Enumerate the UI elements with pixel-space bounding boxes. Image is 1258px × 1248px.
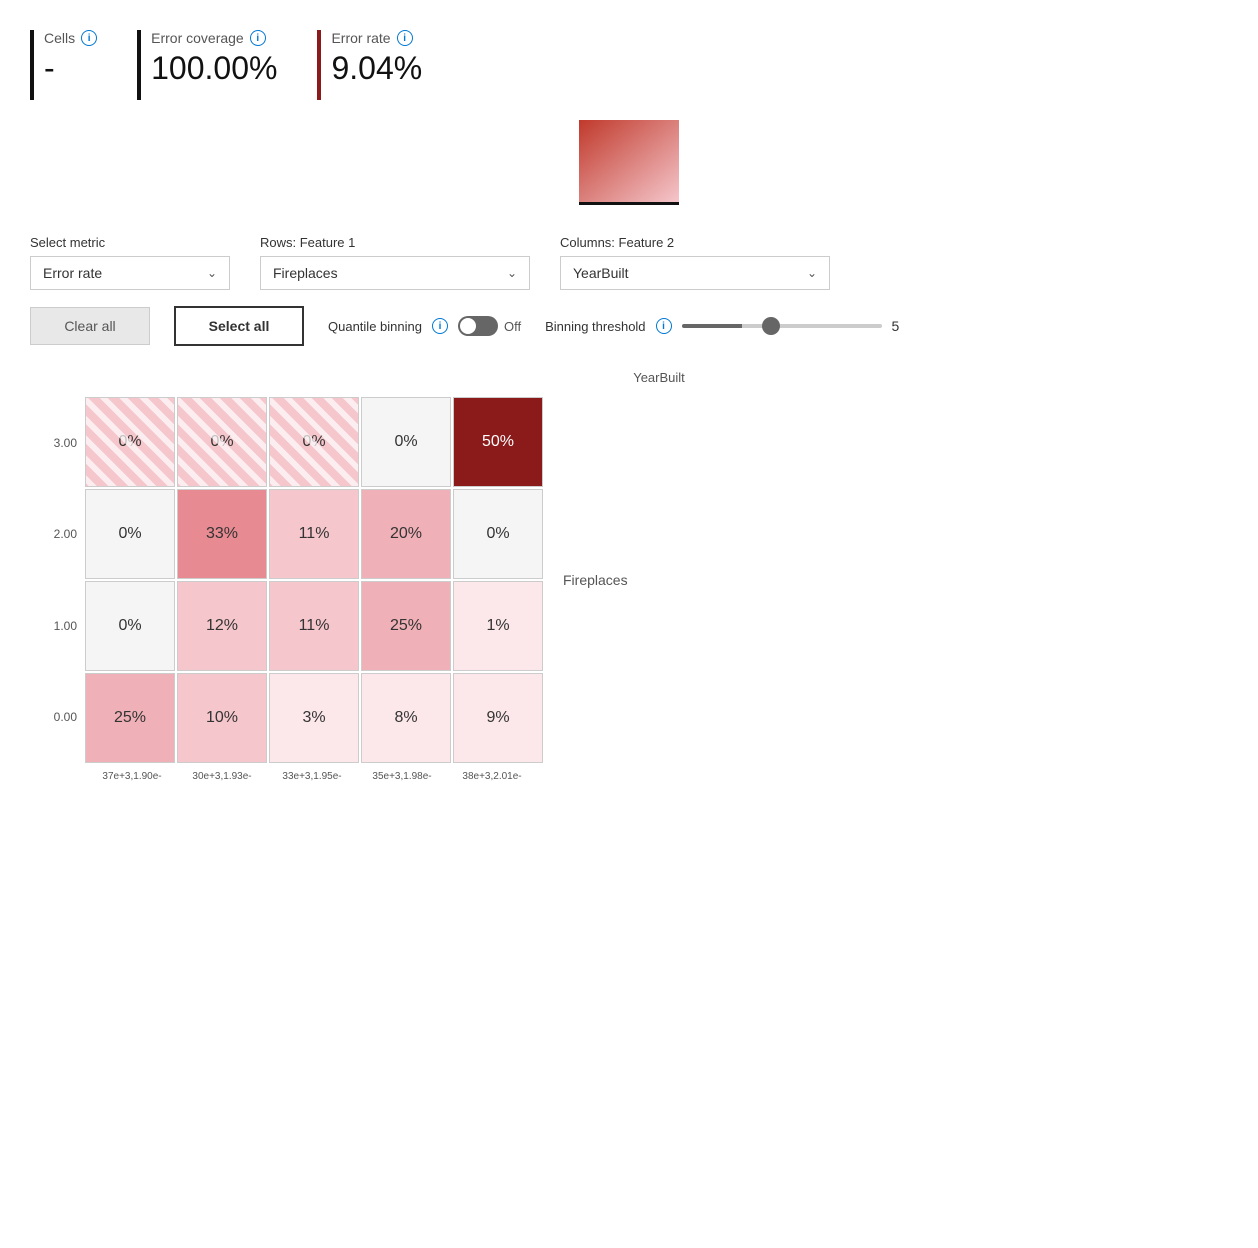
table-row[interactable]: 8%	[361, 673, 451, 763]
error-coverage-info-icon[interactable]: i	[250, 30, 266, 46]
table-row[interactable]: 0%	[85, 489, 175, 579]
cells-info-icon[interactable]: i	[81, 30, 97, 46]
binning-value: 5	[892, 318, 900, 334]
binning-label: Binning threshold	[545, 319, 645, 334]
table-row[interactable]: 0%	[85, 581, 175, 671]
controls-section: Select metric Error rate ⌄ Rows: Feature…	[30, 235, 1228, 346]
error-rate-label-text: Error rate	[331, 30, 390, 46]
table-row[interactable]: 12%	[177, 581, 267, 671]
quantile-label: Quantile binning	[328, 319, 422, 334]
cells-label: Cells i	[44, 30, 97, 46]
table-row[interactable]: 20%	[361, 489, 451, 579]
error-rate-value: 9.04%	[331, 50, 422, 87]
matrix-body: 3.00 2.00 1.00 0.00 0% 0% 0% 0% 50% 0% 3…	[30, 397, 1228, 763]
quantile-info-icon[interactable]: i	[432, 318, 448, 334]
select-metric-group: Select metric Error rate ⌄	[30, 235, 230, 290]
color-legend	[579, 120, 679, 205]
rows-feature-value: Fireplaces	[273, 265, 338, 281]
y-label-3: 3.00	[30, 398, 77, 488]
table-row[interactable]: 50%	[453, 397, 543, 487]
controls-row2: Clear all Select all Quantile binning i …	[30, 306, 1228, 346]
rows-feature-chevron-icon: ⌄	[507, 266, 517, 280]
toggle-thumb	[460, 318, 476, 334]
color-legend-container	[30, 120, 1228, 205]
matrix-row-header: Fireplaces	[543, 397, 628, 763]
x-label-1: 30e+3,1.93e-	[177, 769, 267, 784]
matrix-grid: 0% 0% 0% 0% 50% 0% 33% 11% 20% 0% 0% 12%…	[85, 397, 543, 763]
columns-feature-label: Columns: Feature 2	[560, 235, 830, 250]
controls-row1: Select metric Error rate ⌄ Rows: Feature…	[30, 235, 1228, 290]
rows-feature-label: Rows: Feature 1	[260, 235, 530, 250]
table-row[interactable]: 10%	[177, 673, 267, 763]
x-label-0: 37e+3,1.90e-	[87, 769, 177, 784]
error-coverage-label-text: Error coverage	[151, 30, 244, 46]
rows-feature-dropdown[interactable]: Fireplaces ⌄	[260, 256, 530, 290]
error-coverage-metric: Error coverage i 100.00%	[137, 30, 277, 100]
quantile-toggle-container: Off	[458, 316, 521, 336]
matrix-col-header: YearBuilt	[90, 370, 1228, 385]
table-row[interactable]: 9%	[453, 673, 543, 763]
clear-all-button[interactable]: Clear all	[30, 307, 150, 345]
x-label-2: 33e+3,1.95e-	[267, 769, 357, 784]
table-row[interactable]: 33%	[177, 489, 267, 579]
error-rate-info-icon[interactable]: i	[397, 30, 413, 46]
error-rate-label: Error rate i	[331, 30, 422, 46]
cells-value: -	[44, 50, 97, 87]
matrix-y-axis: 3.00 2.00 1.00 0.00	[30, 397, 85, 763]
table-row[interactable]: 3%	[269, 673, 359, 763]
y-label-2: 2.00	[30, 489, 77, 579]
cells-label-text: Cells	[44, 30, 75, 46]
cells-bar	[30, 30, 34, 100]
binning-threshold-group: Binning threshold i 5	[545, 318, 899, 334]
quantile-toggle[interactable]	[458, 316, 498, 336]
columns-feature-value: YearBuilt	[573, 265, 629, 281]
quantile-binning-group: Quantile binning i Off	[328, 316, 521, 336]
columns-feature-group: Columns: Feature 2 YearBuilt ⌄	[560, 235, 830, 290]
x-label-3: 35e+3,1.98e-	[357, 769, 447, 784]
rows-feature-group: Rows: Feature 1 Fireplaces ⌄	[260, 235, 530, 290]
y-label-0: 0.00	[30, 672, 77, 762]
table-row[interactable]: 25%	[361, 581, 451, 671]
y-label-1: 1.00	[30, 581, 77, 671]
select-metric-chevron-icon: ⌄	[207, 266, 217, 280]
table-row[interactable]: 0%	[361, 397, 451, 487]
error-rate-metric: Error rate i 9.04%	[317, 30, 422, 100]
select-metric-value: Error rate	[43, 265, 102, 281]
error-coverage-bar	[137, 30, 141, 100]
table-row[interactable]: 25%	[85, 673, 175, 763]
select-metric-dropdown[interactable]: Error rate ⌄	[30, 256, 230, 290]
error-rate-bar	[317, 30, 321, 100]
select-all-button[interactable]: Select all	[174, 306, 304, 346]
table-row[interactable]: 0%	[453, 489, 543, 579]
columns-feature-chevron-icon: ⌄	[807, 266, 817, 280]
table-row[interactable]: 0%	[269, 397, 359, 487]
matrix-x-axis: 37e+3,1.90e- 30e+3,1.93e- 33e+3,1.95e- 3…	[87, 769, 1228, 784]
table-row[interactable]: 0%	[177, 397, 267, 487]
quantile-off-label: Off	[504, 319, 521, 334]
select-metric-label: Select metric	[30, 235, 230, 250]
cells-metric: Cells i -	[30, 30, 97, 100]
table-row[interactable]: 11%	[269, 489, 359, 579]
table-row[interactable]: 1%	[453, 581, 543, 671]
metrics-row: Cells i - Error coverage i 100.00% Error…	[30, 20, 1228, 100]
matrix-section: YearBuilt 3.00 2.00 1.00 0.00 0% 0% 0% 0…	[30, 370, 1228, 784]
binning-slider[interactable]	[682, 324, 882, 328]
error-coverage-label: Error coverage i	[151, 30, 277, 46]
slider-container: 5	[682, 318, 900, 334]
error-coverage-value: 100.00%	[151, 50, 277, 87]
table-row[interactable]: 0%	[85, 397, 175, 487]
x-label-4: 38e+3,2.01e-	[447, 769, 537, 784]
columns-feature-dropdown[interactable]: YearBuilt ⌄	[560, 256, 830, 290]
table-row[interactable]: 11%	[269, 581, 359, 671]
binning-info-icon[interactable]: i	[656, 318, 672, 334]
